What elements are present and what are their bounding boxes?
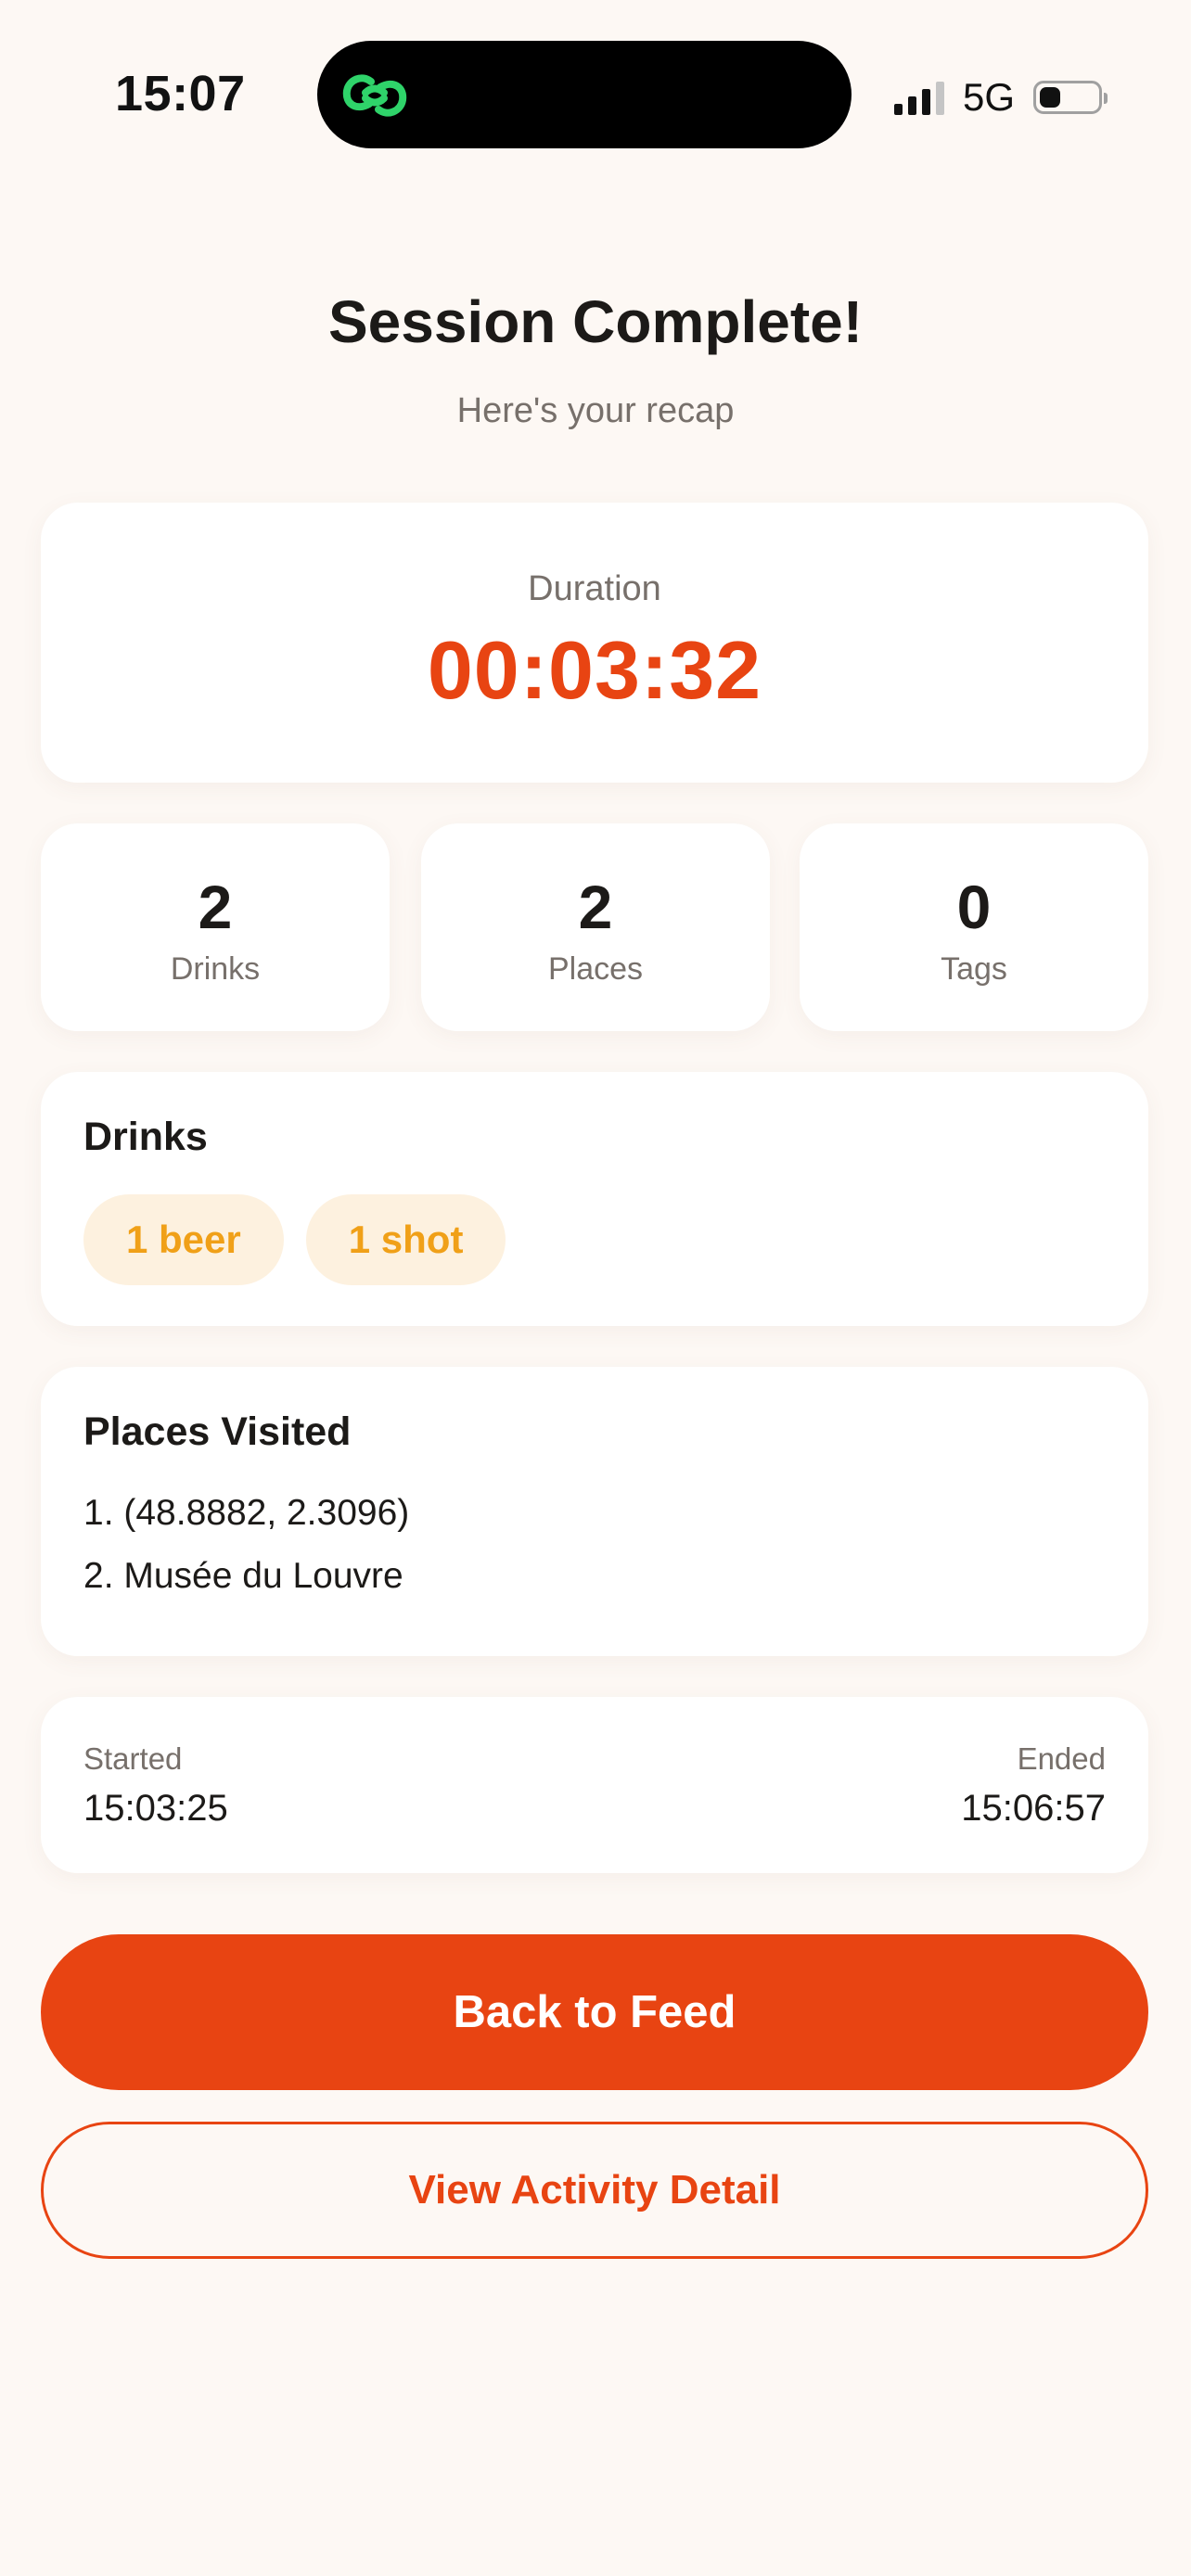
stat-card-drinks: 2 Drinks: [41, 823, 390, 1031]
started-label: Started: [83, 1741, 183, 1776]
status-time: 15:07: [115, 66, 246, 121]
stat-card-places: 2 Places: [421, 823, 770, 1031]
battery-icon: [1033, 81, 1108, 114]
stat-value: 2: [198, 873, 233, 941]
started-value: 15:03:25: [83, 1788, 228, 1829]
network-label: 5G: [962, 75, 1015, 119]
duration-label: Duration: [528, 569, 661, 608]
places-card: Places Visited 1. (48.8882, 2.3096) 2. M…: [41, 1367, 1148, 1656]
page-title: Session Complete!: [327, 288, 864, 355]
status-indicators: 5G: [893, 74, 1108, 121]
link-icon: [342, 74, 407, 117]
stat-value: 0: [956, 873, 992, 941]
session-times-card: Started 15:03:25 Ended 15:06:57: [41, 1697, 1148, 1873]
place-item: 1. (48.8882, 2.3096): [83, 1493, 410, 1533]
signal-icon: [893, 80, 944, 115]
view-activity-detail-button[interactable]: View Activity Detail: [41, 2122, 1148, 2259]
drink-chip: 1 beer: [83, 1194, 284, 1285]
duration-value: 00:03:32: [427, 624, 762, 716]
stat-card-tags: 0 Tags: [800, 823, 1148, 1031]
status-bar: 15:07 5G: [0, 0, 1191, 185]
stat-label: Places: [547, 951, 644, 987]
page-subtitle: Here's your recap: [456, 391, 735, 430]
drinks-card: Drinks 1 beer 1 shot: [41, 1072, 1148, 1326]
back-to-feed-button[interactable]: Back to Feed: [41, 1934, 1148, 2090]
place-item: 2. Musée du Louvre: [83, 1556, 403, 1596]
duration-card: Duration 00:03:32: [41, 503, 1148, 783]
drinks-title: Drinks: [83, 1115, 208, 1159]
dynamic-island[interactable]: [317, 41, 852, 148]
stat-value: 2: [578, 873, 613, 941]
ended-value: 15:06:57: [961, 1788, 1106, 1829]
places-title: Places Visited: [83, 1409, 352, 1454]
ended-label: Ended: [1017, 1741, 1106, 1776]
drink-chips: 1 beer 1 shot: [83, 1194, 506, 1285]
stat-label: Drinks: [170, 951, 261, 987]
stat-label: Tags: [941, 951, 1007, 987]
drink-chip: 1 shot: [305, 1194, 506, 1285]
